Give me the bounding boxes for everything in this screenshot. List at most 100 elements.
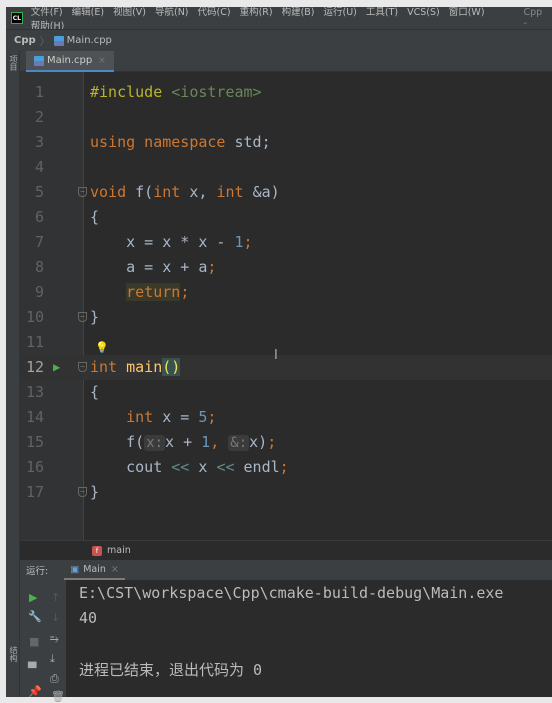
code-text: {	[90, 380, 99, 405]
soft-wrap-icon[interactable]: ⥱	[50, 632, 59, 646]
scroll-to-end-icon[interactable]: ⤓	[50, 652, 55, 666]
project-selector[interactable]: Cpp -	[523, 7, 548, 29]
up-arrow-icon[interactable]: ↑	[51, 591, 60, 604]
menu-item[interactable]: 文件(F)	[31, 7, 63, 18]
code-line[interactable]: 16 cout << x << endl;	[20, 455, 552, 480]
code-token: }	[90, 308, 100, 326]
code-text: }	[90, 305, 99, 330]
wrench-icon[interactable]: 🔧	[28, 610, 42, 623]
menu-item[interactable]: VCS(S)	[407, 7, 440, 18]
lightbulb-icon[interactable]: 💡	[95, 341, 109, 354]
code-line[interactable]: 5− void f(int x, int &a)	[20, 180, 552, 205]
run-toolbar: 运行: ▣ Main ×	[20, 560, 552, 580]
menu-item[interactable]: 构建(B)	[282, 7, 315, 18]
menu-item[interactable]: 视图(V)	[113, 7, 146, 18]
line-number: 8	[34, 258, 44, 276]
code-token: return	[126, 283, 181, 301]
run-tools: ▶ 🔧 ■ ▀ 📌 ↑ ↓ ⥱ ⤓ ⎙ 🗑	[20, 580, 66, 703]
code-token: x = x * x -	[90, 233, 235, 251]
code-token: f(	[90, 433, 145, 451]
cpp-file-icon	[34, 55, 44, 66]
code-editor[interactable]: 1 #include <iostream> 2 3 using namespace st…	[20, 72, 552, 540]
code-line[interactable]: 6{	[20, 205, 552, 230]
code-line[interactable]: 10 −}	[20, 305, 552, 330]
function-icon: f	[92, 545, 102, 556]
code-token: x)	[249, 433, 268, 451]
code-line[interactable]: 2	[20, 105, 552, 130]
console-output[interactable]: E:\CST\workspace\Cpp\cmake-build-debug\M…	[66, 580, 552, 697]
code-token: #include <iostream>	[90, 83, 262, 101]
console-icon: ▣	[70, 563, 80, 575]
tab-label: Main.cpp	[47, 55, 93, 66]
line-number: 10	[25, 308, 44, 326]
code-token: <<	[171, 458, 190, 476]
menu-item[interactable]: 代码(C)	[198, 7, 231, 18]
code-token: f(	[135, 183, 154, 201]
fold-icon[interactable]: −	[78, 312, 87, 322]
fold-icon[interactable]: −	[78, 362, 87, 372]
code-token: endl	[234, 458, 280, 476]
run-tab-main[interactable]: ▣ Main ×	[64, 560, 125, 580]
breadcrumb: Cpp 〉 Main.cpp	[6, 29, 552, 51]
tab-main-cpp[interactable]: Main.cpp ×	[26, 51, 114, 72]
pin-icon[interactable]: 📌	[28, 685, 42, 698]
breadcrumb-project[interactable]: Cpp	[14, 35, 36, 46]
parameter-hint: &:	[228, 435, 250, 451]
breadcrumb-file[interactable]: Main.cpp	[67, 35, 112, 46]
code-text: int x = 5;	[90, 405, 216, 430]
print-icon[interactable]: ⎙	[50, 672, 59, 686]
code-line[interactable]: 3 using namespace std;	[20, 130, 552, 155]
project-tool-button[interactable]: 项目	[8, 55, 19, 71]
code-text: }	[90, 480, 99, 505]
code-text: using namespace std;	[90, 130, 271, 155]
code-token: ;	[279, 458, 289, 476]
context-breadcrumb: f main	[20, 540, 552, 560]
code-token: ;	[207, 408, 217, 426]
code-line[interactable]: 1 #include <iostream>	[20, 80, 552, 105]
fold-icon[interactable]: −	[78, 487, 87, 497]
menu-item[interactable]: 运行(U)	[324, 7, 357, 18]
code-token: ;	[207, 258, 217, 276]
code-line[interactable]: 14 int x = 5;	[20, 405, 552, 430]
line-number: 1	[34, 83, 44, 101]
menu-item[interactable]: 窗口(W)	[449, 7, 485, 18]
code-token: x +	[165, 433, 202, 451]
layout-icon[interactable]: ▀	[28, 662, 36, 675]
code-token: a = x + a	[90, 258, 208, 276]
menu-bar: CL 文件(F) 编辑(E) 视图(V) 导航(N) 代码(C) 重构(R) 构建(B) 运行…	[6, 7, 552, 32]
code-line[interactable]: 8 a = x + a;	[20, 255, 552, 280]
menu-item[interactable]: 编辑(E)	[72, 7, 104, 18]
code-token: std;	[225, 133, 271, 151]
left-tool-stripe: 项目 结构	[6, 51, 20, 697]
code-line[interactable]: 9 return;	[20, 280, 552, 305]
code-line[interactable]: 17 −}	[20, 480, 552, 505]
code-line[interactable]: 4	[20, 155, 552, 180]
code-line[interactable]: 13 {	[20, 380, 552, 405]
code-token: int	[216, 183, 253, 201]
line-number: 13	[25, 383, 44, 401]
code-token: main	[126, 358, 163, 376]
structure-tool-button[interactable]: 结构	[8, 646, 19, 662]
code-token: ;	[243, 233, 253, 251]
console-line: 进程已结束，退出代码为 0	[79, 661, 263, 679]
menu-item[interactable]: 工具(T)	[366, 7, 398, 18]
menu-item[interactable]: 导航(N)	[155, 7, 189, 18]
code-text: x = x * x - 1;	[90, 230, 253, 255]
fold-icon[interactable]: −	[78, 187, 87, 197]
line-number: 4	[34, 158, 44, 176]
code-line[interactable]: 15 f(x: x + 1, &: x);	[20, 430, 552, 455]
line-number: 9	[34, 283, 44, 301]
code-line[interactable]: 7 x = x * x - 1;	[20, 230, 552, 255]
code-token: x,	[189, 183, 217, 201]
code-line[interactable]: 12 ▶ − int main()	[20, 355, 552, 380]
down-arrow-icon[interactable]: ↓	[51, 611, 60, 624]
rerun-icon[interactable]: ▶	[29, 591, 37, 604]
stop-icon[interactable]: ■	[29, 635, 39, 648]
context-function[interactable]: main	[107, 545, 131, 556]
run-tab-label: Main	[83, 563, 106, 575]
close-icon[interactable]: ×	[98, 56, 106, 66]
run-gutter-icon[interactable]: ▶	[53, 355, 60, 380]
close-icon[interactable]: ×	[111, 564, 119, 575]
menu-item[interactable]: 重构(R)	[240, 7, 273, 18]
